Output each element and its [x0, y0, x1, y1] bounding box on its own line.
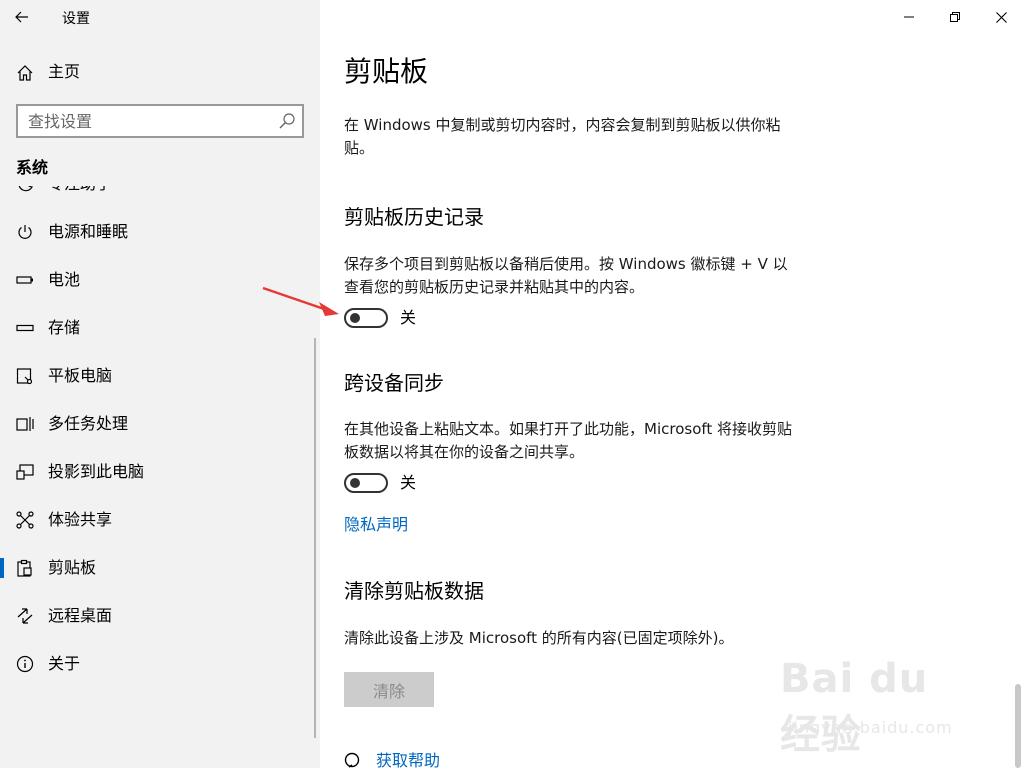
history-toggle-state: 关 [400, 308, 417, 327]
sidebar-nav: 专注助手 电源和睡眠 电池 [0, 186, 320, 768]
sidebar-item-label: 关于 [48, 654, 81, 673]
sidebar-item-home[interactable]: 主页 [0, 52, 320, 92]
moon-icon [18, 186, 33, 192]
close-button[interactable] [978, 2, 1024, 32]
clear-button[interactable]: 清除 [344, 672, 434, 707]
home-icon [17, 65, 33, 81]
sidebar-item-label: 主页 [48, 62, 81, 81]
settings-window: 设置 主页 系统 专注助手 [0, 0, 1024, 768]
sidebar-item-tablet[interactable]: 平板电脑 [0, 352, 320, 400]
sidebar-item-label: 多任务处理 [48, 414, 129, 433]
power-icon [18, 225, 32, 239]
main-scrollbar[interactable] [1015, 684, 1021, 768]
history-description: 保存多个项目到剪贴板以备稍后使用。按 Windows 徽标键 + V 以查看您的… [344, 255, 788, 296]
sync-toggle-row: 关 [344, 472, 464, 496]
search-input[interactable] [18, 106, 268, 136]
history-heading: 剪贴板历史记录 [344, 205, 484, 229]
storage-icon [16, 324, 34, 332]
sidebar-item-label: 电池 [48, 270, 81, 289]
multitask-icon [16, 417, 34, 431]
tablet-icon [16, 368, 33, 385]
toggle-knob [350, 478, 360, 488]
share-icon [16, 511, 34, 529]
search-box[interactable] [16, 104, 304, 138]
sidebar-item-multitasking[interactable]: 多任务处理 [0, 400, 320, 448]
toggle-knob [350, 313, 360, 323]
sidebar-item-about[interactable]: 关于 [0, 640, 320, 688]
privacy-link[interactable]: 隐私声明 [344, 514, 408, 536]
intro-text: 在 Windows 中复制或剪切内容时，内容会复制到剪贴板以供你粘贴。 [344, 116, 781, 157]
clipboard-icon [17, 559, 32, 577]
clear-heading: 清除剪贴板数据 [344, 579, 484, 603]
sidebar-item-label: 电源和睡眠 [48, 222, 129, 241]
app-title: 设置 [62, 11, 90, 27]
page-title: 剪贴板 [344, 55, 429, 88]
history-toggle-row: 关 [344, 307, 464, 331]
info-icon [16, 655, 34, 673]
watermark-logo: Bai du 经验 [780, 656, 929, 758]
sidebar-item-label: 投影到此电脑 [48, 462, 145, 481]
help-icon [344, 752, 360, 768]
sync-heading: 跨设备同步 [344, 371, 444, 395]
minimize-icon [904, 16, 914, 18]
help-row: 获取帮助 [344, 750, 544, 768]
sidebar-item-shared-experiences[interactable]: 体验共享 [0, 496, 320, 544]
sidebar-item-label: 体验共享 [48, 510, 113, 529]
watermark-url: jingyan.baidu.com [788, 718, 953, 737]
watermark: Bai du 经验 jingyan.baidu.com [780, 656, 980, 758]
sidebar-item-clipboard[interactable]: 剪贴板 [0, 544, 320, 592]
restore-icon [950, 12, 960, 22]
sidebar-item-label: 远程桌面 [48, 606, 113, 625]
sidebar-item-label: 存储 [48, 318, 81, 337]
section-label: 系统 [16, 158, 49, 177]
back-button[interactable] [4, 2, 40, 32]
help-link[interactable]: 获取帮助 [376, 750, 440, 768]
sync-toggle-state: 关 [400, 473, 417, 492]
restore-button[interactable] [932, 2, 978, 32]
main-content: 剪贴板 在 Windows 中复制或剪切内容时，内容会复制到剪贴板以供你粘贴。 … [320, 0, 1024, 768]
sidebar: 设置 主页 系统 专注助手 [0, 0, 320, 768]
sync-toggle[interactable] [344, 473, 388, 493]
clear-description: 清除此设备上涉及 Microsoft 的所有内容(已固定项除外)。 [344, 629, 734, 647]
back-arrow-icon [15, 11, 28, 23]
remote-desktop-icon [17, 608, 33, 624]
minimize-button[interactable] [886, 2, 932, 32]
project-icon [16, 464, 34, 480]
history-toggle[interactable] [344, 308, 388, 328]
sidebar-scrollbar[interactable] [314, 338, 316, 738]
sidebar-item-project[interactable]: 投影到此电脑 [0, 448, 320, 496]
sidebar-item-label: 平板电脑 [48, 366, 113, 385]
sync-description: 在其他设备上粘贴文本。如果打开了此功能，Microsoft 将接收剪贴板数据以将… [344, 420, 793, 461]
annotation-arrow-icon [262, 286, 339, 316]
battery-icon [16, 276, 33, 284]
sidebar-item-label: 专注助手 [48, 186, 112, 194]
sidebar-item-focus-assist[interactable]: 专注助手 [0, 186, 320, 208]
sidebar-item-label: 剪贴板 [48, 558, 97, 577]
close-icon [995, 11, 1007, 23]
sidebar-item-power-sleep[interactable]: 电源和睡眠 [0, 208, 320, 256]
sidebar-item-remote-desktop[interactable]: 远程桌面 [0, 592, 320, 640]
search-icon[interactable] [278, 112, 296, 130]
